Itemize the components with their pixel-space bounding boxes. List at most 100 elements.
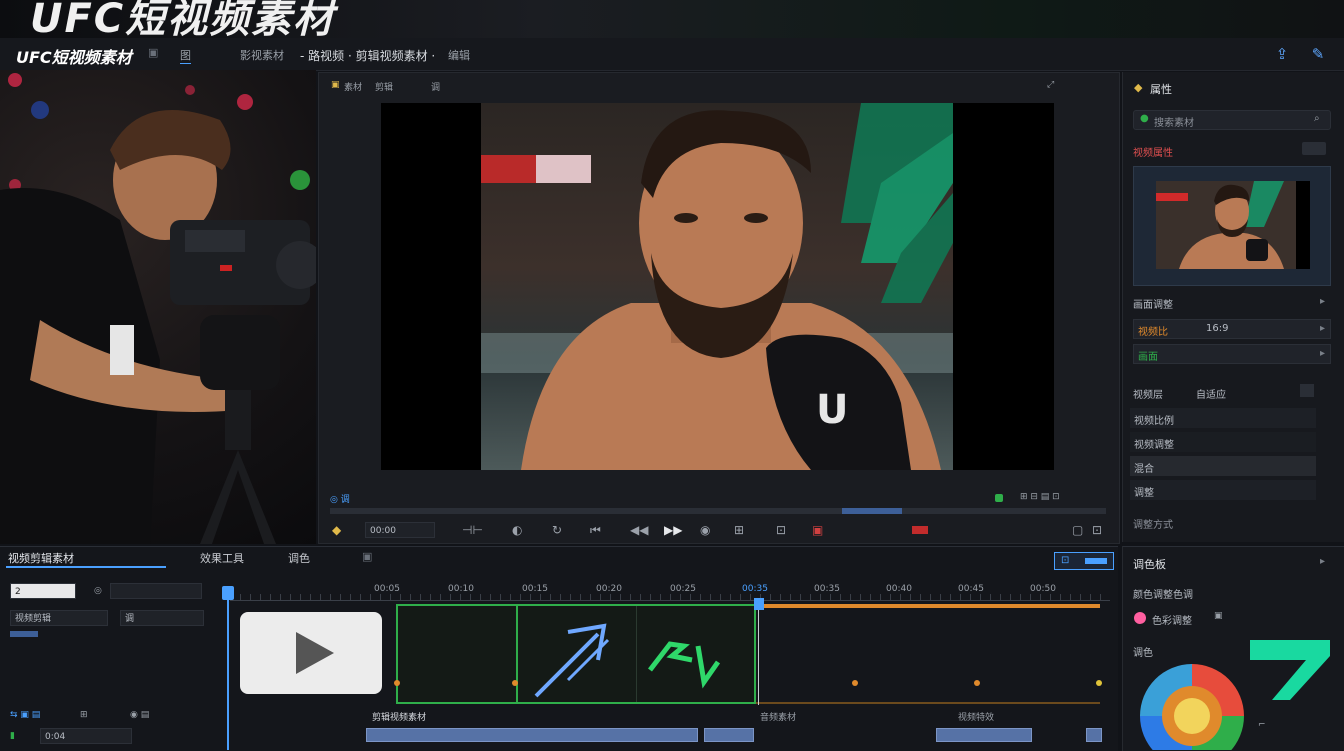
track-indicator bbox=[10, 631, 38, 637]
thumbnail-preview[interactable] bbox=[1133, 166, 1331, 286]
menu-right-label[interactable]: 编辑 bbox=[448, 47, 470, 63]
row2-chevron-icon: ▸ bbox=[1320, 348, 1326, 359]
window-icon-2[interactable]: ⊡ bbox=[1092, 523, 1102, 537]
in-point-marker[interactable] bbox=[222, 586, 234, 600]
preview-tab-1[interactable]: 剪辑 bbox=[375, 80, 393, 93]
scrubber-range bbox=[842, 508, 902, 514]
playhead-line bbox=[758, 610, 759, 705]
subsection-label: 画面调整 bbox=[1133, 300, 1173, 311]
row7-label: 调整 bbox=[1134, 488, 1154, 499]
clip-bar-4[interactable] bbox=[1086, 728, 1102, 742]
row3-label: 视频层 bbox=[1133, 390, 1163, 401]
color-panel-chevron-icon[interactable]: ▸ bbox=[1320, 556, 1325, 567]
timeline-zoom-button[interactable]: ⊡ bbox=[1054, 552, 1114, 570]
flag-icon[interactable]: ▣ bbox=[812, 523, 823, 537]
track-field-1[interactable] bbox=[110, 583, 202, 599]
track-tool-icons[interactable]: ⇆ ▣ ▤ bbox=[10, 710, 40, 720]
menu-item-1[interactable]: 影视素材 bbox=[240, 47, 284, 63]
clip-bar-2[interactable] bbox=[704, 728, 754, 742]
row6[interactable]: 混合 bbox=[1130, 456, 1316, 476]
video-viewer[interactable]: U bbox=[381, 103, 1054, 470]
tab-extra-icon[interactable]: ▣ bbox=[362, 550, 372, 563]
stop-marker-icon[interactable] bbox=[912, 526, 928, 534]
timeline-ruler[interactable] bbox=[230, 594, 1110, 601]
tick-8: 00:45 bbox=[958, 584, 984, 594]
timeline-tab-1[interactable]: 效果工具 bbox=[200, 550, 244, 566]
keyframe-5[interactable] bbox=[1096, 680, 1102, 686]
keyframe-4[interactable] bbox=[974, 680, 980, 686]
track-dropdown[interactable]: 2 bbox=[10, 583, 76, 599]
row5[interactable]: 视频调整 bbox=[1130, 432, 1316, 452]
keyframe-3[interactable] bbox=[852, 680, 858, 686]
section-toggle[interactable] bbox=[1302, 142, 1326, 155]
color-chip[interactable] bbox=[1134, 612, 1146, 624]
track-visibility-icon[interactable]: ◉ ▤ bbox=[130, 710, 149, 720]
row4[interactable]: 视频比例 bbox=[1130, 408, 1316, 428]
track-audio-icon[interactable]: ▮ bbox=[10, 731, 15, 741]
timeline-tab-0[interactable]: 视频剪辑素材 bbox=[8, 550, 74, 566]
track-link-icon[interactable]: ◎ bbox=[94, 586, 102, 596]
search-clear-icon[interactable]: ⌕ bbox=[1314, 113, 1320, 124]
expand-icon[interactable]: ⤢ bbox=[1047, 80, 1054, 90]
preview-scrubber[interactable] bbox=[330, 508, 1106, 514]
brand-logo-icon bbox=[1250, 640, 1330, 700]
arrow-graphic-icon bbox=[534, 623, 610, 698]
preview-tab-2[interactable]: 调 bbox=[431, 80, 440, 93]
brand-mark-icon: ⌐ bbox=[1258, 720, 1266, 730]
settings-icon[interactable]: ✎ bbox=[1308, 44, 1328, 64]
svg-text:U: U bbox=[816, 387, 848, 433]
video-clip-green[interactable] bbox=[396, 604, 756, 704]
row7[interactable]: 调整 bbox=[1130, 480, 1316, 500]
color-chip-icon[interactable]: ▣ bbox=[1214, 611, 1223, 621]
trim-icon[interactable]: ⊣⊢ bbox=[462, 523, 483, 537]
color-panel-title: 调色板 bbox=[1133, 558, 1166, 571]
row3-toggle[interactable] bbox=[1300, 384, 1314, 397]
tick-2: 00:15 bbox=[522, 584, 548, 594]
track-field-label[interactable]: 视频剪辑 bbox=[10, 610, 108, 626]
playhead-marker[interactable] bbox=[754, 598, 764, 610]
clip-bar-3[interactable] bbox=[936, 728, 1032, 742]
menu-item-0[interactable]: 图 bbox=[180, 47, 191, 64]
rewind-icon[interactable]: ◀◀ bbox=[630, 523, 648, 537]
inspector-search[interactable]: ● 搜索素材 ⌕ bbox=[1133, 110, 1331, 130]
cameraman-photo bbox=[0, 70, 316, 544]
row-aspect-ratio[interactable]: 视频比 16:9 ▸ bbox=[1133, 319, 1331, 339]
row-frame[interactable]: 画面 ▸ bbox=[1133, 344, 1331, 364]
clip-bar-1[interactable] bbox=[366, 728, 698, 742]
timecode-readout[interactable]: 0:04 bbox=[40, 728, 132, 744]
color-wheel[interactable] bbox=[1136, 660, 1248, 750]
keyframe-1[interactable] bbox=[394, 680, 400, 686]
audio-clip-orange[interactable] bbox=[756, 604, 1100, 704]
logo-graphic-icon bbox=[648, 641, 721, 689]
mark-icon[interactable]: ◆ bbox=[332, 523, 341, 537]
step-back-icon[interactable]: ⏮ bbox=[590, 523, 601, 537]
window-icon[interactable]: ▣ bbox=[148, 46, 158, 59]
play-icon[interactable]: ▶▶ bbox=[664, 523, 682, 537]
row2-label: 画面 bbox=[1138, 352, 1158, 363]
keyframe-2[interactable] bbox=[512, 680, 518, 686]
fullscreen-icon[interactable]: ▢ bbox=[1072, 523, 1083, 537]
tick-6: 00:35 bbox=[814, 584, 840, 594]
track-lock-icon[interactable]: ⊞ bbox=[80, 710, 88, 720]
preview-tab-0[interactable]: 素材 bbox=[344, 80, 362, 93]
subsection-chevron-icon[interactable]: ▸ bbox=[1320, 296, 1325, 307]
tick-4: 00:25 bbox=[670, 584, 696, 594]
loop-icon[interactable]: ↻ bbox=[552, 523, 562, 537]
fps-icon[interactable]: ⊞ bbox=[734, 523, 744, 537]
timecode-field[interactable]: 00:00 bbox=[365, 522, 435, 538]
color-chip-label: 色彩调整 bbox=[1152, 616, 1192, 627]
color-panel-subtitle: 颜色调整色调 bbox=[1133, 590, 1193, 601]
clip-label-1: 剪辑视频素材 bbox=[372, 713, 427, 723]
share-icon[interactable]: ⇪ bbox=[1272, 44, 1292, 64]
app-logo: UFC短视频素材 bbox=[16, 48, 132, 67]
in-point-line bbox=[227, 600, 229, 750]
audio-icon[interactable]: ◐ bbox=[512, 523, 522, 537]
view-options-icons[interactable]: ⊞ ⊟ ▤ ⊡ bbox=[1020, 492, 1060, 502]
track-field-2[interactable]: 调 bbox=[120, 610, 204, 626]
timeline-tab-2[interactable]: 调色 bbox=[288, 550, 310, 566]
search-icon: ● bbox=[1140, 113, 1149, 124]
media-thumbnail[interactable] bbox=[240, 612, 382, 694]
caption-icon[interactable]: ⊡ bbox=[776, 523, 786, 537]
record-icon[interactable]: ◉ bbox=[700, 523, 710, 537]
row8-label: 调整方式 bbox=[1133, 520, 1173, 531]
